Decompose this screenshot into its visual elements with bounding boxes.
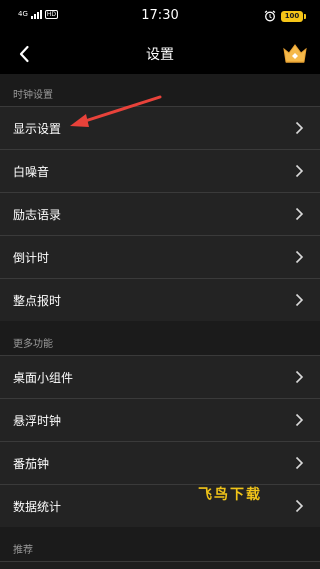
vip-crown-icon[interactable]	[280, 38, 310, 68]
row-label: 番茄钟	[13, 457, 50, 471]
row-label: 励志语录	[13, 208, 62, 222]
row-label: 倒计时	[13, 251, 50, 265]
section-header-more: 更多功能	[13, 339, 53, 350]
row-hourly-chime[interactable]: 整点报时	[0, 278, 320, 321]
annotation-arrow-icon	[70, 95, 162, 127]
page-title: 设置	[146, 47, 174, 63]
battery-level: 100	[281, 10, 303, 22]
chevron-right-icon	[295, 456, 304, 470]
battery-icon: 100	[281, 10, 306, 22]
status-right: 100	[264, 10, 306, 22]
row-white-noise[interactable]: 白噪音	[0, 149, 320, 192]
alarm-icon	[264, 10, 276, 22]
chevron-right-icon	[295, 413, 304, 427]
chevron-right-icon	[295, 207, 304, 221]
chevron-right-icon	[295, 250, 304, 264]
more-features-list: 桌面小组件 悬浮时钟 番茄钟 数据统计	[0, 355, 320, 527]
row-label: 数据统计	[13, 500, 62, 514]
row-label: 整点报时	[13, 294, 62, 308]
section-header-recommend: 推荐	[13, 545, 33, 556]
chevron-right-icon	[295, 121, 304, 135]
chevron-right-icon	[295, 370, 304, 384]
chevron-right-icon	[295, 164, 304, 178]
row-quotes[interactable]: 励志语录	[0, 192, 320, 235]
row-label: 桌面小组件	[13, 371, 74, 385]
row-desktop-widget[interactable]: 桌面小组件	[0, 355, 320, 398]
chevron-right-icon	[295, 499, 304, 513]
status-bar: 4G HD 17:30 100	[0, 0, 320, 34]
row-pomodoro[interactable]: 番茄钟	[0, 441, 320, 484]
settings-screen: 4G HD 17:30 100 设置 时钟设置 显示设置 白噪音 励志语录 倒计…	[0, 0, 320, 569]
clock-settings-list: 显示设置 白噪音 励志语录 倒计时 整点报时	[0, 106, 320, 321]
row-label: 白噪音	[13, 165, 50, 179]
row-label: 显示设置	[13, 122, 62, 136]
row-statistics[interactable]: 数据统计	[0, 484, 320, 527]
row-label: 悬浮时钟	[13, 414, 62, 428]
row-floating-clock[interactable]: 悬浮时钟	[0, 398, 320, 441]
row-countdown[interactable]: 倒计时	[0, 235, 320, 278]
recommend-list	[0, 561, 320, 569]
watermark: 飞鸟下载	[198, 487, 262, 503]
chevron-right-icon	[295, 293, 304, 307]
nav-bar: 设置	[0, 34, 320, 74]
